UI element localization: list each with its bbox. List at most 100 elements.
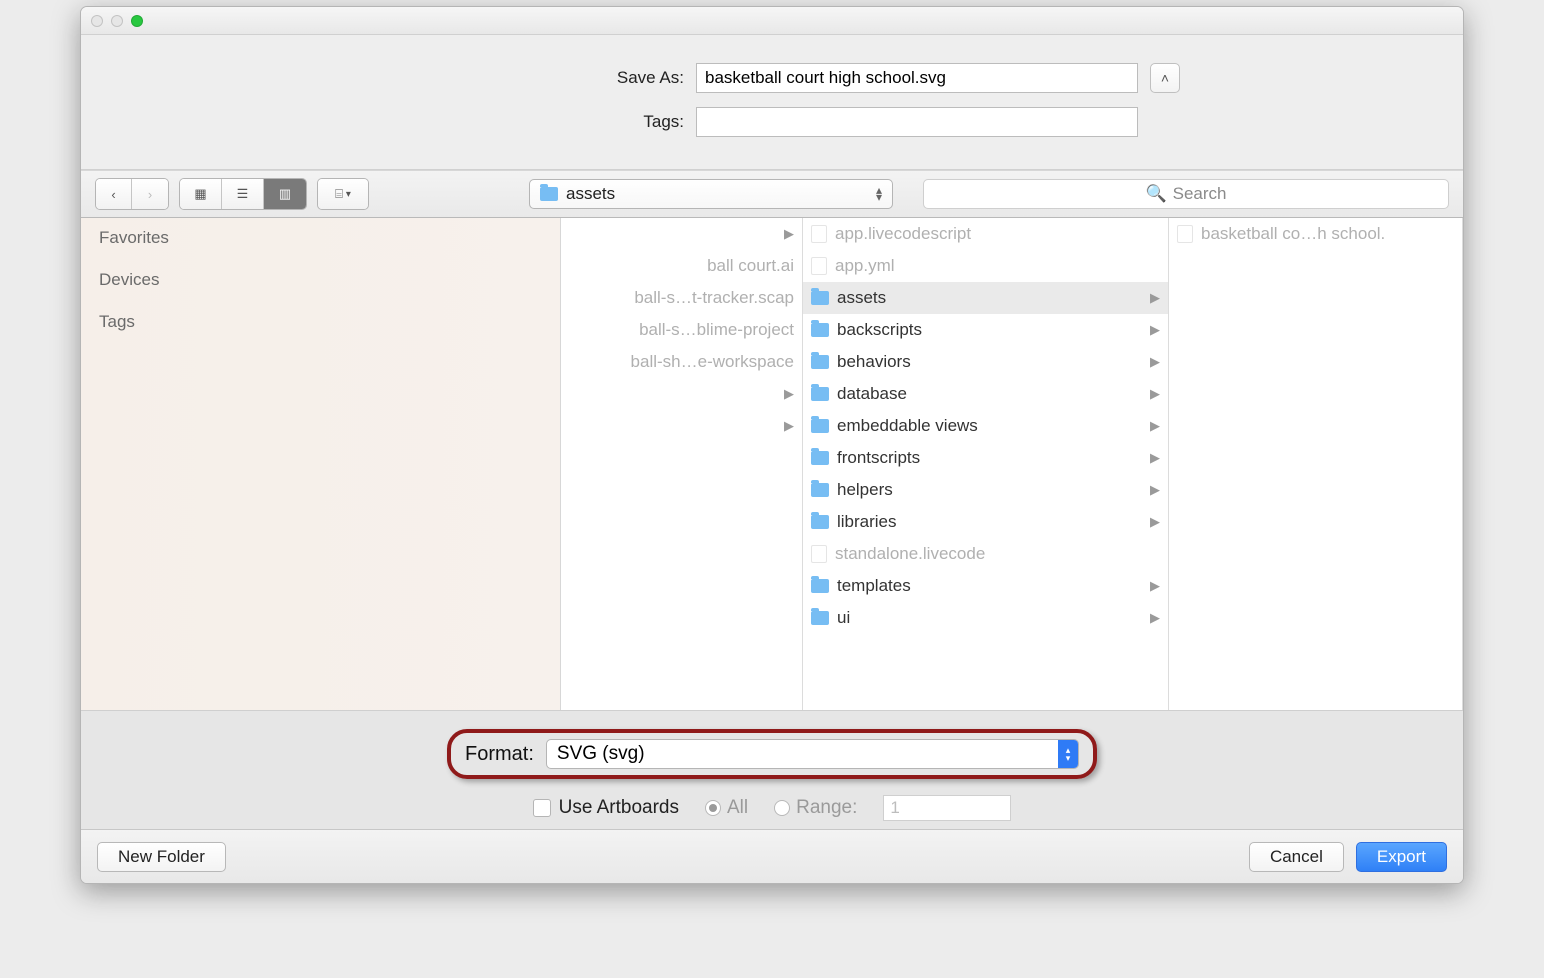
minimize-window-button[interactable] bbox=[111, 15, 123, 27]
list-item[interactable]: ▶ bbox=[561, 218, 802, 250]
forward-button[interactable]: › bbox=[132, 179, 168, 209]
export-button[interactable]: Export bbox=[1356, 842, 1447, 872]
use-artboards-checkbox[interactable]: Use Artboards bbox=[533, 797, 679, 819]
list-item[interactable]: basketball co…h school. bbox=[1169, 218, 1462, 250]
grid-icon: ▦ bbox=[194, 186, 206, 202]
list-item[interactable]: libraries ▶ bbox=[803, 506, 1168, 538]
radio-icon bbox=[705, 800, 721, 816]
column-view-button[interactable]: ▥ bbox=[264, 179, 306, 209]
chevron-right-icon: ▶ bbox=[1150, 610, 1160, 626]
updown-icon: ▴▾ bbox=[876, 187, 882, 201]
all-radio[interactable]: All bbox=[705, 797, 748, 819]
cancel-button[interactable]: Cancel bbox=[1249, 842, 1344, 872]
search-placeholder: Search bbox=[1173, 184, 1227, 204]
location-label: assets bbox=[566, 184, 615, 204]
folder-icon bbox=[811, 387, 829, 401]
tags-input[interactable] bbox=[696, 107, 1138, 137]
sidebar-devices[interactable]: Devices bbox=[99, 270, 542, 290]
sidebar: Favorites Devices Tags bbox=[81, 218, 561, 710]
list-item[interactable]: ui ▶ bbox=[803, 602, 1168, 634]
item-label: templates bbox=[837, 576, 1142, 596]
column-3: basketball co…h school. bbox=[1169, 218, 1463, 710]
list-item[interactable]: standalone.livecode bbox=[803, 538, 1168, 570]
list-item[interactable]: behaviors ▶ bbox=[803, 346, 1168, 378]
chevron-right-icon: ▶ bbox=[1150, 322, 1160, 338]
list-item[interactable]: ball-s…blime-project bbox=[561, 314, 802, 346]
format-select[interactable]: SVG (svg) ▴▾ bbox=[546, 739, 1079, 769]
list-item[interactable]: app.livecodescript bbox=[803, 218, 1168, 250]
zoom-window-button[interactable] bbox=[131, 15, 143, 27]
format-bar: Format: SVG (svg) ▴▾ Use Artboards All R… bbox=[81, 710, 1463, 829]
file-icon bbox=[811, 545, 827, 563]
list-item[interactable]: assets ▶ bbox=[803, 282, 1168, 314]
arrange-button-group: ⌸ ▾ bbox=[317, 178, 369, 210]
folder-icon bbox=[811, 451, 829, 465]
columns-icon: ▥ bbox=[279, 186, 291, 202]
folder-icon bbox=[811, 323, 829, 337]
range-radio[interactable]: Range: bbox=[774, 797, 857, 819]
chevron-right-icon: ▶ bbox=[784, 386, 794, 402]
item-label: ball-sh…e-workspace bbox=[631, 352, 794, 372]
item-label: assets bbox=[837, 288, 1142, 308]
item-label: frontscripts bbox=[837, 448, 1142, 468]
chevron-right-icon: ▶ bbox=[1150, 514, 1160, 530]
save-form: Save As: ˄ Tags: bbox=[81, 35, 1463, 170]
file-icon bbox=[1177, 225, 1193, 243]
close-window-button[interactable] bbox=[91, 15, 103, 27]
search-field[interactable]: 🔍 Search bbox=[923, 179, 1449, 209]
chevron-right-icon: ▶ bbox=[1150, 290, 1160, 306]
list-view-button[interactable]: ☰ bbox=[222, 179, 264, 209]
folder-icon bbox=[811, 291, 829, 305]
chevron-right-icon: ▶ bbox=[1150, 354, 1160, 370]
sidebar-favorites[interactable]: Favorites bbox=[99, 228, 542, 248]
chevron-right-icon: ▶ bbox=[1150, 418, 1160, 434]
format-highlight: Format: SVG (svg) ▴▾ bbox=[447, 729, 1097, 779]
chevron-right-icon: ▶ bbox=[784, 418, 794, 434]
arrange-button[interactable]: ⌸ ▾ bbox=[318, 179, 368, 209]
range-input[interactable] bbox=[883, 795, 1011, 821]
back-button[interactable]: ‹ bbox=[96, 179, 132, 209]
save-dialog: Save As: ˄ Tags: ‹ › ▦ ☰ ▥ ⌸ ▾ assets ▴ bbox=[80, 6, 1464, 884]
icon-view-button[interactable]: ▦ bbox=[180, 179, 222, 209]
save-as-input[interactable] bbox=[696, 63, 1138, 93]
sidebar-tags[interactable]: Tags bbox=[99, 312, 542, 332]
nav-buttons: ‹ › bbox=[95, 178, 169, 210]
list-item[interactable]: ball-sh…e-workspace bbox=[561, 346, 802, 378]
list-item[interactable]: ▶ bbox=[561, 378, 802, 410]
chevron-right-icon: ▶ bbox=[1150, 482, 1160, 498]
collapse-button[interactable]: ˄ bbox=[1150, 63, 1180, 93]
column-2: app.livecodescriptapp.ymlassets▶backscri… bbox=[803, 218, 1169, 710]
format-label: Format: bbox=[465, 743, 534, 766]
list-item[interactable]: ball court.ai bbox=[561, 250, 802, 282]
arrange-icon: ⌸ bbox=[335, 186, 343, 202]
list-item[interactable]: embeddable views ▶ bbox=[803, 410, 1168, 442]
list-item[interactable]: database ▶ bbox=[803, 378, 1168, 410]
folder-icon bbox=[811, 483, 829, 497]
format-value: SVG (svg) bbox=[557, 743, 645, 765]
list-item[interactable]: ball-s…t-tracker.scap bbox=[561, 282, 802, 314]
item-label: embeddable views bbox=[837, 416, 1142, 436]
bottom-bar: New Folder Cancel Export bbox=[81, 829, 1463, 883]
list-item[interactable]: ▶ bbox=[561, 410, 802, 442]
list-item[interactable]: frontscripts▶ bbox=[803, 442, 1168, 474]
list-item[interactable]: helpers▶ bbox=[803, 474, 1168, 506]
list-item[interactable]: app.yml bbox=[803, 250, 1168, 282]
list-item[interactable]: templates▶ bbox=[803, 570, 1168, 602]
item-label: libraries bbox=[837, 512, 1142, 532]
item-label: backscripts bbox=[837, 320, 1142, 340]
location-popup[interactable]: assets ▴▾ bbox=[529, 179, 893, 209]
item-label: behaviors bbox=[837, 352, 1142, 372]
list-item[interactable]: backscripts ▶ bbox=[803, 314, 1168, 346]
folder-icon bbox=[811, 579, 829, 593]
item-label: basketball co…h school. bbox=[1201, 224, 1454, 244]
radio-icon bbox=[774, 800, 790, 816]
updown-icon: ▴▾ bbox=[1058, 740, 1078, 768]
item-label: ui bbox=[837, 608, 1142, 628]
column-1: ▶ball court.aiball-s…t-tracker.scapball-… bbox=[561, 218, 803, 710]
file-icon bbox=[811, 257, 827, 275]
item-label: ball-s…t-tracker.scap bbox=[634, 288, 794, 308]
chevron-right-icon: ▶ bbox=[1150, 386, 1160, 402]
new-folder-button[interactable]: New Folder bbox=[97, 842, 226, 872]
item-label: database bbox=[837, 384, 1142, 404]
folder-icon bbox=[540, 187, 558, 201]
